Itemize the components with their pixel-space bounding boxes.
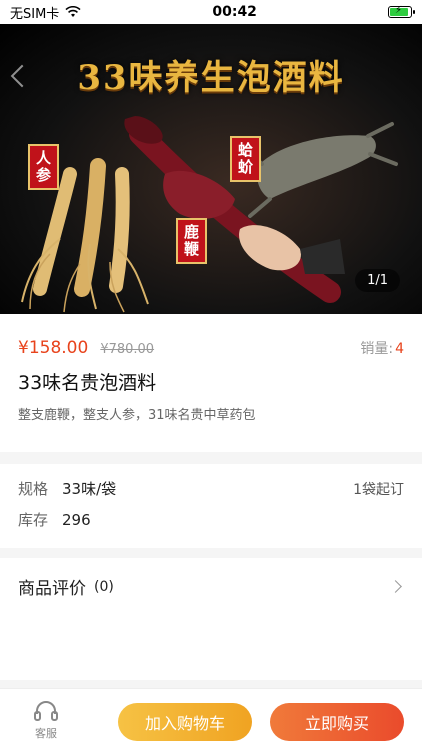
product-image-carousel[interactable]: 33味养生泡酒料 人参 鹿鞭 蛤蚧 1/1 (0, 24, 422, 314)
reviews-count: (0) (94, 578, 114, 595)
price-row: ¥158.00 ¥780.00 销量: 4 (18, 338, 404, 358)
tag-deer-penis: 鹿鞭 (176, 218, 207, 264)
customer-service-button[interactable]: 客服 (26, 699, 66, 741)
min-order: 1袋起订 (353, 481, 404, 498)
gecko-illustration (242, 122, 398, 218)
headset-icon (34, 701, 58, 721)
stock-value: 296 (62, 510, 91, 529)
spec-value: 33味/袋 (62, 480, 117, 498)
tag-ginseng: 人参 (28, 144, 59, 190)
current-price: ¥158.00 (18, 338, 89, 358)
chevron-right-icon[interactable] (389, 580, 402, 593)
clock: 00:42 (212, 4, 257, 20)
original-price: ¥780.00 (100, 342, 155, 357)
spec-label: 规格 (18, 480, 49, 498)
sales-count: 4 (395, 341, 404, 357)
specs-card[interactable]: 规格 33味/袋 1袋起订 库存 296 (0, 464, 422, 548)
battery-icon: ⚡ (387, 5, 415, 18)
tag-gecko: 蛤蚧 (230, 136, 261, 182)
stock-label: 库存 (18, 511, 49, 529)
bottom-action-bar: 客服 加入购物车 立即购买 (0, 688, 422, 750)
add-to-cart-button[interactable]: 加入购物车 (118, 703, 252, 741)
product-detail-screen: 无SIM卡 00:42 ⚡ 33味养生泡酒料 人参 鹿鞭 蛤蚧 1/1 ¥158… (0, 0, 422, 750)
product-title: 33味名贵泡酒料 (18, 372, 157, 394)
product-info-card: ¥158.00 ¥780.00 销量: 4 33味名贵泡酒料 整支鹿鞭，整支人参，… (0, 314, 422, 452)
reviews-header[interactable]: 商品评价 (0) (18, 574, 404, 599)
reviews-card[interactable]: 商品评价 (0) (0, 558, 422, 680)
wifi-icon (65, 6, 81, 17)
status-bar: 无SIM卡 00:42 ⚡ (0, 0, 422, 24)
buy-now-button[interactable]: 立即购买 (270, 703, 404, 741)
sales-label: 销量: (360, 341, 394, 357)
reviews-label: 商品评价 (18, 579, 86, 599)
stock-row: 库存 296 (18, 509, 404, 530)
spec-row[interactable]: 规格 33味/袋 1袋起订 (18, 478, 404, 499)
product-subtitle: 整支鹿鞭，整支人参，31味名贵中草药包 (18, 408, 256, 423)
service-label: 客服 (35, 727, 57, 740)
sales-info: 销量: 4 (360, 338, 404, 358)
page-indicator: 1/1 (355, 269, 400, 292)
carrier-label: 无SIM卡 (10, 6, 60, 22)
